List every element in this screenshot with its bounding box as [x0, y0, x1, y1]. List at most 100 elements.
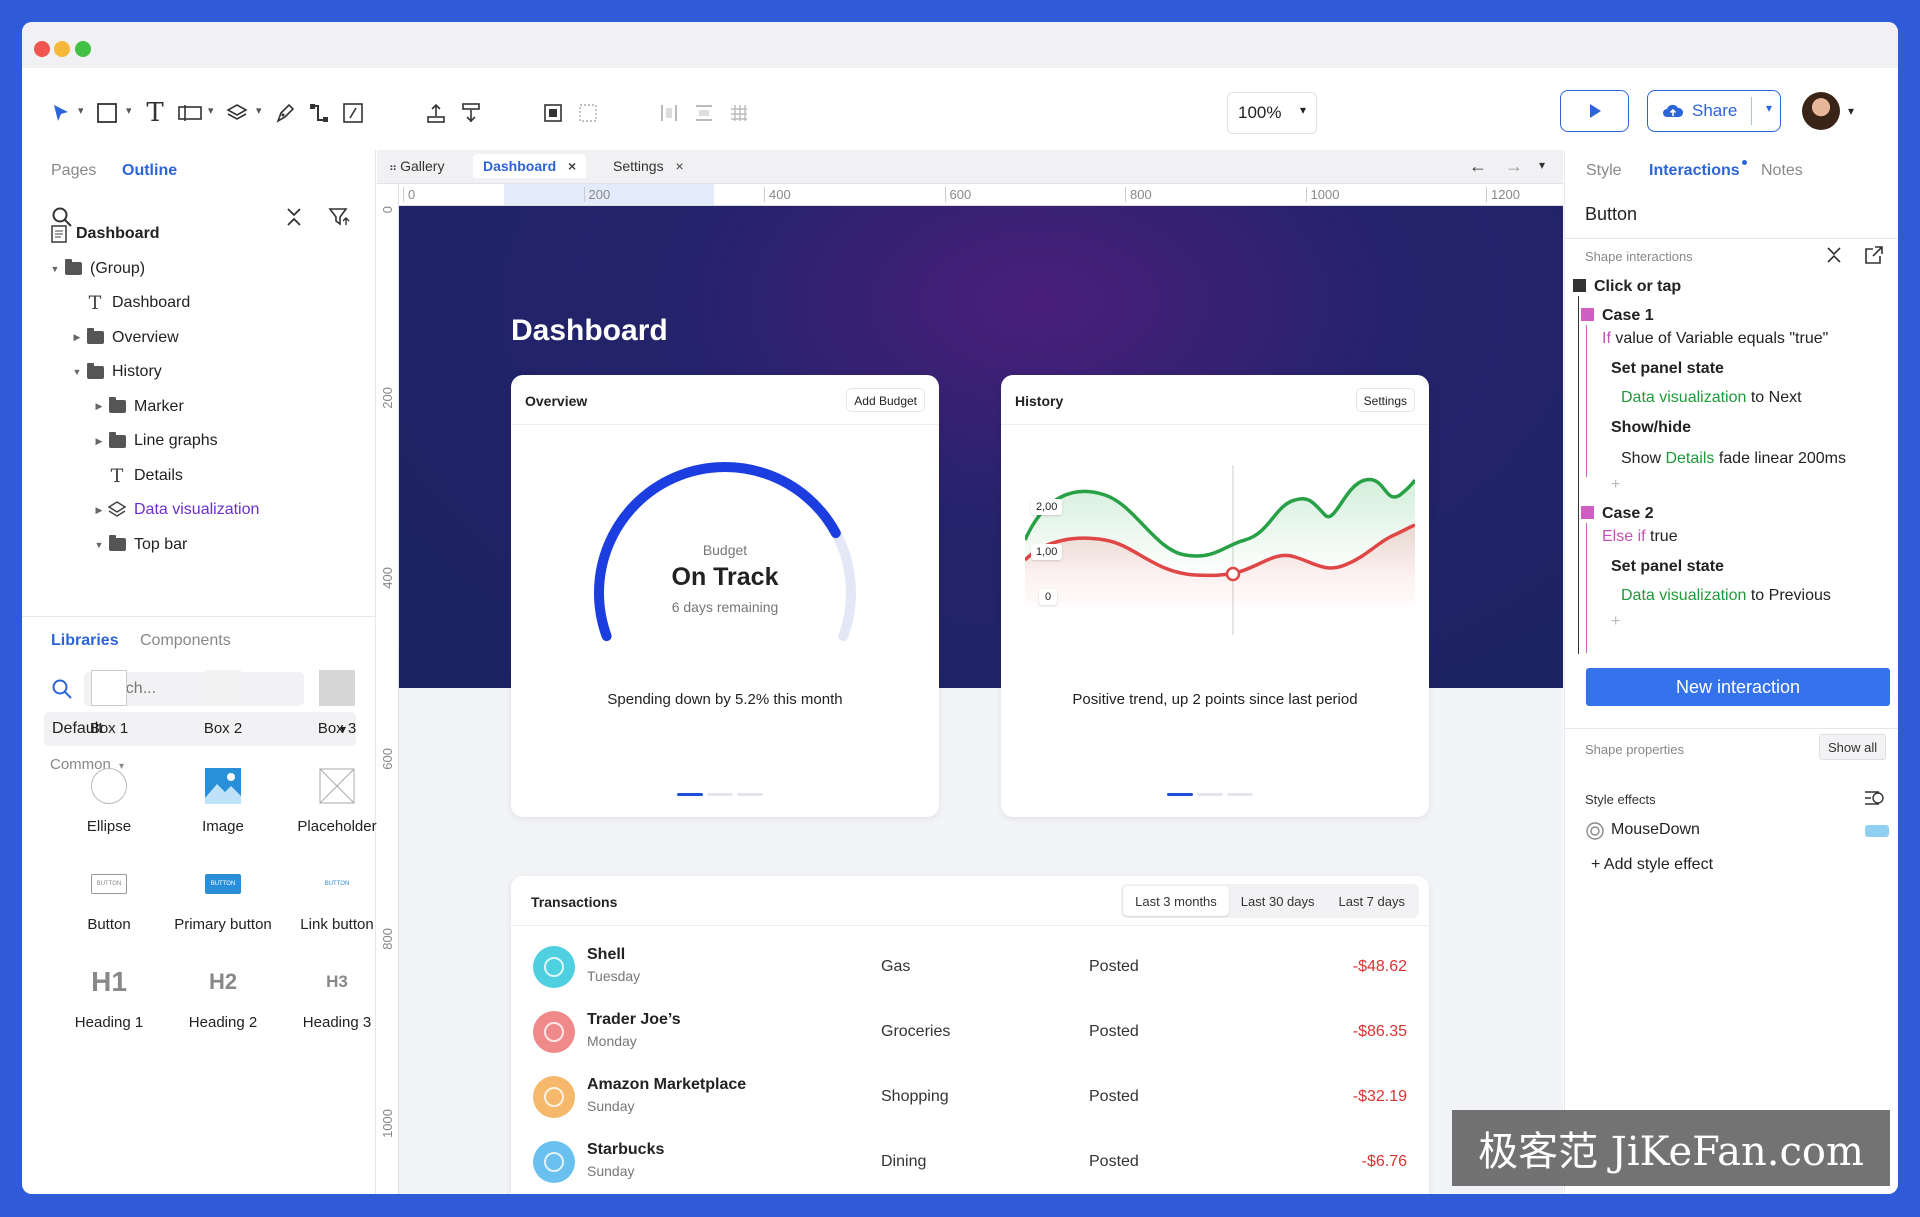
outline-item[interactable]: ▼ Top bar [92, 531, 187, 559]
zoom-select[interactable]: 100% ▾ [1227, 92, 1317, 134]
send-to-back-icon[interactable] [423, 100, 449, 126]
distribute-vertical-icon[interactable] [691, 100, 717, 126]
outline-item[interactable]: ▼ History [70, 358, 162, 386]
outline-item[interactable]: ▶ Marker [92, 393, 184, 421]
collapse-icon[interactable] [1825, 245, 1843, 270]
library-item[interactable]: BUTTON Primary button [168, 862, 278, 933]
add-budget-button[interactable]: Add Budget [846, 388, 925, 412]
chart-marker[interactable] [1225, 566, 1241, 582]
library-item[interactable]: Ellipse [54, 764, 164, 835]
pager-dot[interactable] [1227, 793, 1253, 796]
library-item[interactable]: H1 Heading 1 [54, 960, 164, 1031]
pen-tool-icon[interactable] [272, 100, 298, 126]
ungroup-icon[interactable] [575, 100, 601, 126]
library-item[interactable]: Placeholder [282, 764, 392, 835]
add-action-icon[interactable]: + [1611, 476, 1620, 494]
outline-item[interactable]: ▶ Data visualization [92, 496, 260, 524]
library-item[interactable]: Box 2 [168, 666, 278, 737]
close-window-button[interactable] [34, 41, 50, 57]
overview-card[interactable]: Overview Add Budget Budget On Track 6 da… [511, 375, 939, 817]
distribute-horizontal-icon[interactable] [656, 100, 682, 126]
pager-dot[interactable] [1167, 793, 1193, 796]
mousedown-effect[interactable]: MouseDown [1611, 821, 1700, 839]
design-canvas[interactable]: Dashboard Overview Add Budget Budget On … [399, 206, 1563, 1194]
case-1-condition[interactable]: If value of Variable equals "true" [1602, 330, 1828, 348]
outline-item[interactable]: ▶ Line graphs [92, 427, 218, 455]
text-tool-icon[interactable]: T [142, 98, 168, 128]
tab-style[interactable]: Style [1586, 162, 1622, 180]
tab-notes[interactable]: Notes [1761, 162, 1803, 180]
case-2[interactable]: Case 2 [1581, 505, 1654, 523]
collapse-square-icon[interactable] [1573, 279, 1586, 292]
collapse-square-icon[interactable] [1581, 308, 1594, 321]
history-card[interactable]: History Settings 2,00 1,00 0 Positive tr… [1001, 375, 1429, 817]
library-item[interactable]: H3 Heading 3 [282, 960, 392, 1031]
caret-right-icon[interactable]: ▶ [92, 401, 106, 412]
library-item[interactable]: Box 3 [282, 666, 392, 737]
filter-icon[interactable] [328, 206, 352, 233]
caret-down-icon[interactable]: ▼ [92, 540, 106, 550]
library-item[interactable]: BUTTON Link button [282, 862, 392, 933]
tab-settings[interactable]: Settings × [613, 158, 684, 174]
account-chevron-down-icon[interactable]: ▾ [1848, 104, 1854, 118]
action-detail[interactable]: Data visualization to Previous [1621, 587, 1831, 605]
overview-pager[interactable] [677, 793, 763, 797]
collapse-all-icon[interactable] [284, 206, 304, 233]
collapse-square-icon[interactable] [1581, 506, 1594, 519]
library-item[interactable]: Box 1 [54, 666, 164, 737]
select-tool-icon[interactable] [48, 100, 74, 126]
history-pager[interactable] [1167, 793, 1253, 797]
share-chevron-down-icon[interactable]: ▾ [1766, 101, 1772, 115]
input-tool-icon[interactable] [177, 100, 203, 126]
table-row[interactable]: Shell Tuesday Gas Posted -$48.62 [533, 938, 1407, 992]
tab-dashboard[interactable]: Dashboard × [473, 154, 587, 178]
caret-right-icon[interactable]: ▶ [70, 332, 84, 343]
table-row[interactable]: Trader Joe’s Monday Groceries Posted -$86.35 [533, 1003, 1407, 1057]
tab-interactions[interactable]: Interactions [1649, 162, 1740, 180]
maximize-window-button[interactable] [75, 41, 91, 57]
pager-dot[interactable] [677, 793, 703, 796]
open-external-icon[interactable] [1864, 245, 1884, 270]
close-tab-icon[interactable]: × [564, 158, 576, 174]
outline-item[interactable]: ▶ Overview [70, 324, 179, 352]
minimize-window-button[interactable] [54, 41, 70, 57]
forward-arrow-icon[interactable]: → [1505, 156, 1523, 177]
event-click-or-tap[interactable]: Click or tap [1573, 278, 1681, 296]
add-style-effect-link[interactable]: + Add style effect [1591, 856, 1713, 874]
library-item[interactable]: BUTTON Button [54, 862, 164, 933]
new-interaction-button[interactable]: New interaction [1586, 668, 1890, 706]
layers-tool-icon[interactable] [224, 100, 250, 126]
avatar[interactable] [1802, 92, 1840, 130]
close-tab-icon[interactable]: × [672, 158, 683, 174]
action-label[interactable]: Set panel state [1611, 558, 1724, 576]
table-row[interactable]: Starbucks Sunday Dining Posted -$6.76 [533, 1133, 1407, 1187]
case-2-condition[interactable]: Else if true [1602, 528, 1678, 546]
library-item[interactable]: H2 Heading 2 [168, 960, 278, 1031]
rectangle-tool-icon[interactable] [94, 100, 120, 126]
action-label[interactable]: Show/hide [1611, 419, 1691, 437]
action-detail[interactable]: Show Details fade linear 200ms [1621, 450, 1846, 468]
layers-tool-chevron-down-icon[interactable]: ▾ [256, 104, 262, 117]
outline-item[interactable]: Dashboard [48, 220, 160, 248]
share-button[interactable]: Share ▾ [1647, 90, 1781, 132]
filter-option[interactable]: Last 7 days [1327, 886, 1418, 916]
tabs-chevron-down-icon[interactable]: ▾ [1539, 158, 1545, 172]
filter-option[interactable]: Last 3 months [1123, 886, 1229, 916]
connector-tool-icon[interactable] [306, 100, 332, 126]
pager-dot[interactable] [737, 793, 763, 796]
action-label[interactable]: Set panel state [1611, 360, 1724, 378]
pager-dot[interactable] [707, 793, 733, 796]
caret-right-icon[interactable]: ▶ [92, 436, 106, 447]
bring-to-front-icon[interactable] [458, 100, 484, 126]
back-arrow-icon[interactable]: ← [1469, 156, 1487, 177]
group-icon[interactable] [540, 100, 566, 126]
filter-option[interactable]: Last 30 days [1229, 886, 1327, 916]
preview-button[interactable] [1560, 90, 1629, 132]
outline-item[interactable]: T Dashboard [70, 289, 191, 317]
grid-icon[interactable] [726, 100, 752, 126]
caret-down-icon[interactable]: ▼ [70, 367, 84, 377]
add-effect-icon[interactable] [1863, 788, 1887, 813]
select-tool-chevron-down-icon[interactable]: ▾ [78, 104, 84, 117]
action-detail[interactable]: Data visualization to Next [1621, 389, 1802, 407]
pager-dot[interactable] [1197, 793, 1223, 796]
